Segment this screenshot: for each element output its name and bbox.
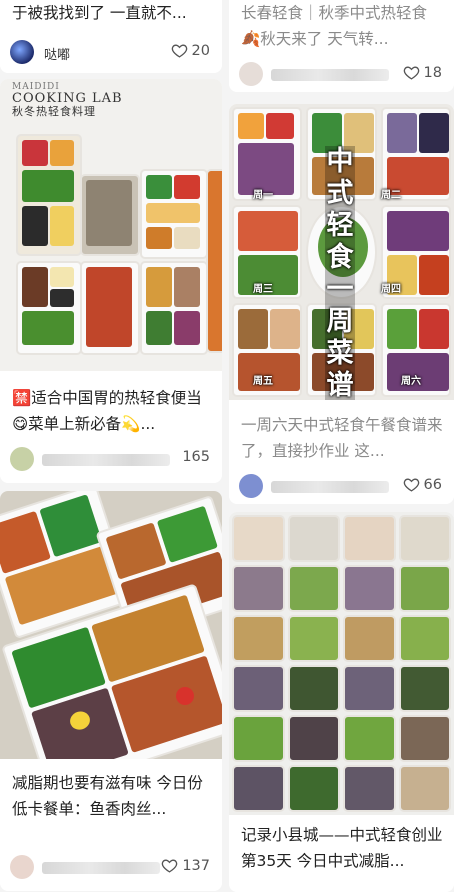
like-button[interactable]: 20: [171, 42, 210, 59]
feed-card[interactable]: MAIDIDI COOKING LAB 秋冬热轻食料理 🈲适合中国胃的热轻食便当…: [0, 79, 222, 483]
like-button[interactable]: 165: [182, 449, 210, 465]
day-label: 周六: [401, 376, 421, 387]
card-title: 🈲适合中国胃的热轻食便当😋菜单上新必备💫...: [12, 389, 202, 433]
like-count: 18: [423, 64, 442, 81]
card-meta: 66: [239, 472, 442, 500]
author-name[interactable]: [271, 481, 389, 493]
food-photo-grid: [229, 512, 454, 815]
like-count: 20: [191, 42, 210, 59]
card-title: 减脂期也要有滋有味 今日份低卡餐单：鱼香肉丝...: [12, 774, 203, 818]
food-tray: [16, 261, 82, 355]
day-label: 周五: [253, 376, 273, 387]
like-count: 66: [423, 476, 442, 493]
day-label: 周三: [253, 284, 273, 295]
image-headline: 中式轻食一周菜谱: [325, 146, 355, 400]
heart-icon: [171, 44, 187, 58]
food-tray: [16, 134, 82, 256]
card-meta: 165: [10, 445, 210, 473]
card-meta: 137: [10, 853, 210, 881]
author-name[interactable]: 哒嘟: [44, 44, 70, 63]
card-thumbnail[interactable]: [0, 491, 222, 759]
avatar[interactable]: [10, 855, 34, 879]
author-name[interactable]: [271, 69, 389, 81]
food-tray: [206, 169, 222, 353]
avatar[interactable]: [239, 62, 263, 86]
card-thumbnail[interactable]: 中式轻食一周菜谱 周一 周二 周三 周四 周五 周六: [229, 104, 454, 400]
brand-logo: MAIDIDI COOKING LAB 秋冬热轻食料理: [12, 81, 123, 118]
feed-card[interactable]: 记录小县城——中式轻食创业第35天 今日中式减脂...: [229, 512, 454, 892]
card-thumbnail[interactable]: MAIDIDI COOKING LAB 秋冬热轻食料理: [0, 79, 222, 371]
food-tray: [80, 174, 140, 256]
feed-card[interactable]: 长春轻食｜秋季中式热轻食 🍂秋天来了 天气转... 18: [229, 0, 454, 92]
card-thumbnail[interactable]: [229, 512, 454, 815]
brand-line: COOKING LAB: [12, 91, 123, 106]
heart-icon: [403, 66, 419, 80]
heart-icon: [403, 478, 419, 492]
day-label: 周四: [381, 284, 401, 295]
feed-card[interactable]: 于被我找到了 一直就不... 哒嘟 20: [0, 0, 222, 73]
avatar[interactable]: [239, 474, 263, 498]
card-title: 记录小县城——中式轻食创业第35天 今日中式减脂...: [241, 826, 443, 870]
card-title: 于被我找到了 一直就不...: [12, 4, 187, 22]
like-count: 165: [182, 449, 210, 465]
feed-card[interactable]: 中式轻食一周菜谱 周一 周二 周三 周四 周五 周六 一周六天中式轻食午餐食谱来…: [229, 104, 454, 504]
card-title: 一周六天中式轻食午餐食谱来了，直接抄作业 这...: [241, 416, 443, 460]
avatar[interactable]: [10, 40, 34, 64]
feed-card[interactable]: 减脂期也要有滋有味 今日份低卡餐单：鱼香肉丝... 137: [0, 491, 222, 891]
image-subtitle: 秋冬热轻食料理: [12, 105, 96, 118]
avatar[interactable]: [10, 447, 34, 471]
like-button[interactable]: 137: [161, 857, 210, 874]
tomato-slice: [176, 687, 194, 705]
card-meta: 哒嘟 20: [10, 38, 210, 66]
food-tray: [80, 261, 140, 355]
like-button[interactable]: 18: [403, 64, 442, 81]
day-label: 周一: [253, 190, 273, 201]
day-label: 周二: [381, 190, 401, 201]
like-button[interactable]: 66: [403, 476, 442, 493]
author-name[interactable]: [42, 454, 170, 466]
heart-icon: [162, 859, 178, 873]
card-title: 长春轻食｜秋季中式热轻食 🍂秋天来了 天气转...: [241, 4, 428, 48]
food-tray: [140, 261, 208, 355]
like-count: 137: [182, 857, 210, 874]
food-tray: [140, 169, 208, 259]
author-name[interactable]: [42, 862, 160, 874]
card-meta: 18: [239, 60, 442, 88]
